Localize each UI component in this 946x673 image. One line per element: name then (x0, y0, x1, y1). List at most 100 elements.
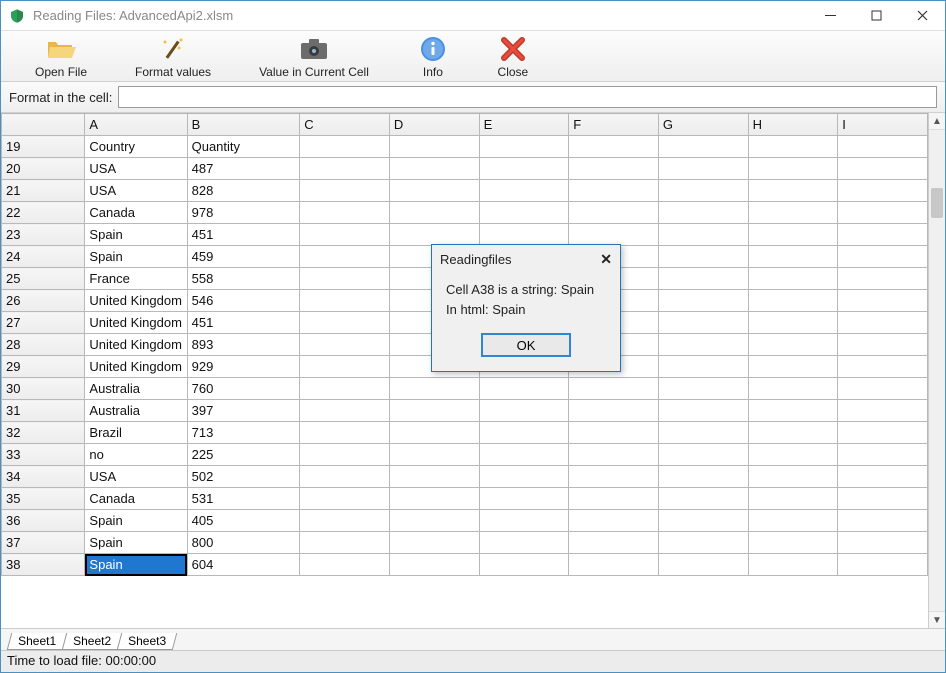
cell[interactable]: 487 (187, 158, 300, 180)
row-header[interactable]: 24 (2, 246, 85, 268)
cell[interactable]: 604 (187, 554, 300, 576)
cell[interactable] (658, 356, 748, 378)
close-window-button[interactable] (899, 1, 945, 31)
cell[interactable]: France (85, 268, 187, 290)
cell[interactable] (389, 378, 479, 400)
row-header[interactable]: 28 (2, 334, 85, 356)
row-header[interactable]: 26 (2, 290, 85, 312)
cell[interactable] (569, 136, 659, 158)
column-header[interactable]: H (748, 114, 838, 136)
cell[interactable] (569, 466, 659, 488)
info-button[interactable]: Info (417, 35, 449, 79)
cell[interactable] (300, 312, 390, 334)
column-header[interactable]: I (838, 114, 928, 136)
vertical-scrollbar[interactable]: ▲ ▼ (928, 113, 945, 628)
cell[interactable]: Canada (85, 488, 187, 510)
cell[interactable] (658, 334, 748, 356)
cell[interactable] (300, 466, 390, 488)
cell[interactable]: Spain (85, 554, 187, 576)
cell[interactable] (748, 356, 838, 378)
cell[interactable] (300, 158, 390, 180)
row-header[interactable]: 30 (2, 378, 85, 400)
cell[interactable] (300, 532, 390, 554)
cell[interactable] (300, 422, 390, 444)
cell[interactable] (748, 136, 838, 158)
cell[interactable] (479, 180, 569, 202)
cell[interactable] (479, 422, 569, 444)
cell[interactable]: United Kingdom (85, 334, 187, 356)
row-header[interactable]: 32 (2, 422, 85, 444)
cell[interactable] (748, 378, 838, 400)
cell[interactable]: 405 (187, 510, 300, 532)
column-header[interactable]: C (300, 114, 390, 136)
cell[interactable] (389, 136, 479, 158)
row-header[interactable]: 34 (2, 466, 85, 488)
cell[interactable] (569, 444, 659, 466)
cell[interactable]: United Kingdom (85, 356, 187, 378)
cell[interactable] (479, 444, 569, 466)
cell[interactable] (838, 312, 928, 334)
row-header[interactable]: 19 (2, 136, 85, 158)
cell[interactable] (300, 136, 390, 158)
cell[interactable] (300, 268, 390, 290)
cell[interactable]: no (85, 444, 187, 466)
cell[interactable]: 459 (187, 246, 300, 268)
sheet-tab[interactable]: Sheet1 (7, 633, 68, 650)
cell[interactable]: Australia (85, 378, 187, 400)
row-header[interactable]: 22 (2, 202, 85, 224)
cell[interactable] (838, 466, 928, 488)
cell[interactable] (479, 136, 569, 158)
cell[interactable] (748, 444, 838, 466)
cell[interactable]: Spain (85, 246, 187, 268)
cell[interactable] (300, 202, 390, 224)
format-input[interactable] (118, 86, 937, 108)
cell[interactable] (389, 532, 479, 554)
cell[interactable] (300, 246, 390, 268)
cell[interactable] (838, 532, 928, 554)
row-header[interactable]: 35 (2, 488, 85, 510)
cell[interactable]: 451 (187, 224, 300, 246)
cell[interactable] (569, 378, 659, 400)
cell[interactable] (658, 246, 748, 268)
cell[interactable] (838, 400, 928, 422)
cell[interactable] (658, 290, 748, 312)
cell[interactable] (748, 334, 838, 356)
cell[interactable]: 451 (187, 312, 300, 334)
cell[interactable] (569, 554, 659, 576)
cell[interactable] (389, 488, 479, 510)
cell[interactable] (838, 488, 928, 510)
cell[interactable] (748, 554, 838, 576)
row-header[interactable]: 20 (2, 158, 85, 180)
cell[interactable] (300, 180, 390, 202)
column-header[interactable]: D (389, 114, 479, 136)
cell[interactable] (389, 180, 479, 202)
cell[interactable] (658, 466, 748, 488)
cell[interactable] (838, 378, 928, 400)
cell[interactable] (658, 554, 748, 576)
cell[interactable] (569, 202, 659, 224)
cell[interactable] (479, 202, 569, 224)
cell[interactable] (479, 378, 569, 400)
cell[interactable]: USA (85, 158, 187, 180)
cell[interactable] (658, 444, 748, 466)
cell[interactable] (748, 422, 838, 444)
cell[interactable] (389, 444, 479, 466)
cell[interactable] (479, 158, 569, 180)
cell[interactable] (569, 180, 659, 202)
cell[interactable] (838, 268, 928, 290)
row-header[interactable]: 21 (2, 180, 85, 202)
cell[interactable] (748, 290, 838, 312)
row-header[interactable]: 27 (2, 312, 85, 334)
cell[interactable] (479, 532, 569, 554)
cell[interactable] (300, 400, 390, 422)
cell[interactable]: 929 (187, 356, 300, 378)
cell[interactable] (658, 158, 748, 180)
cell[interactable] (479, 510, 569, 532)
column-header[interactable]: F (569, 114, 659, 136)
cell[interactable] (748, 312, 838, 334)
cell[interactable]: Spain (85, 224, 187, 246)
cell[interactable] (479, 224, 569, 246)
cell[interactable] (658, 488, 748, 510)
cell[interactable] (838, 290, 928, 312)
cell[interactable]: Spain (85, 532, 187, 554)
